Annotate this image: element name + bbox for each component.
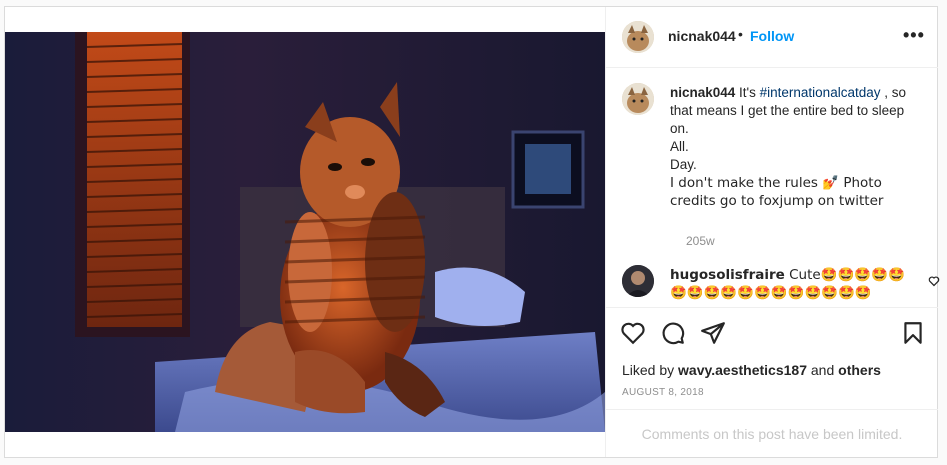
avatar[interactable]: [622, 21, 654, 53]
bookmark-icon[interactable]: [900, 320, 926, 346]
paper-plane-icon-glyph: [701, 322, 725, 344]
hashtag-link[interactable]: #internationalcatday: [760, 85, 881, 100]
post-photo[interactable]: [5, 32, 605, 432]
bedroom-photo-image: [5, 32, 605, 432]
username-link[interactable]: nicnak044: [668, 28, 736, 44]
caption-line: All.: [670, 139, 689, 154]
comment-icon[interactable]: [660, 320, 686, 346]
likes-middle: and: [807, 362, 839, 378]
likes-summary: Liked by wavy.aesthetics187 and others: [622, 362, 881, 378]
comment-username[interactable]: hugosolisfraire: [670, 267, 785, 283]
post-sidebar: nicnak044 • Follow ••• nicnak044 It's #i…: [605, 7, 940, 458]
post-date[interactable]: August 8, 2018: [622, 387, 704, 398]
separator-dot: •: [738, 26, 743, 42]
caption-username[interactable]: nicnak044: [670, 85, 735, 100]
caption-line: I don't make the rules 💅 Photo credits g…: [670, 175, 884, 209]
post-card: nicnak044 • Follow ••• nicnak044 It's #i…: [4, 6, 940, 458]
caption-intro: It's: [735, 85, 760, 100]
heart-icon[interactable]: [620, 320, 646, 346]
caption-timestamp[interactable]: 205w: [686, 234, 715, 248]
post-header: nicnak044 • Follow •••: [606, 7, 938, 68]
actions-section: Liked by wavy.aesthetics187 and others A…: [606, 307, 938, 458]
paper-plane-icon[interactable]: [700, 320, 726, 346]
avatar-image: [622, 21, 654, 53]
comments-limited-notice: Comments on this post have been limited.: [606, 409, 938, 459]
avatar-image: [622, 265, 654, 297]
post-media: [5, 7, 605, 457]
avatar-image: [622, 83, 654, 115]
avatar[interactable]: [622, 83, 654, 115]
follow-button[interactable]: Follow: [750, 28, 794, 44]
caption-text: nicnak044 It's #internationalcatday , so…: [670, 84, 920, 210]
likes-others-link[interactable]: others: [838, 362, 881, 378]
more-options-icon[interactable]: •••: [903, 26, 925, 44]
avatar[interactable]: [622, 265, 654, 297]
likes-prefix: Liked by: [622, 362, 679, 378]
bookmark-icon-glyph: [904, 322, 922, 344]
heart-small-icon-glyph: [928, 276, 940, 287]
heart-icon-glyph: [621, 322, 645, 345]
caption-line: Day.: [670, 157, 697, 172]
liked-by-user-link[interactable]: wavy.aesthetics187: [678, 362, 807, 378]
comment-text: hugosolisfraire Cute🤩🤩🤩🤩🤩🤩🤩🤩🤩🤩🤩🤩🤩🤩🤩🤩🤩: [670, 266, 910, 302]
comment-icon-glyph: [662, 322, 685, 345]
heart-small-icon[interactable]: [928, 275, 940, 290]
